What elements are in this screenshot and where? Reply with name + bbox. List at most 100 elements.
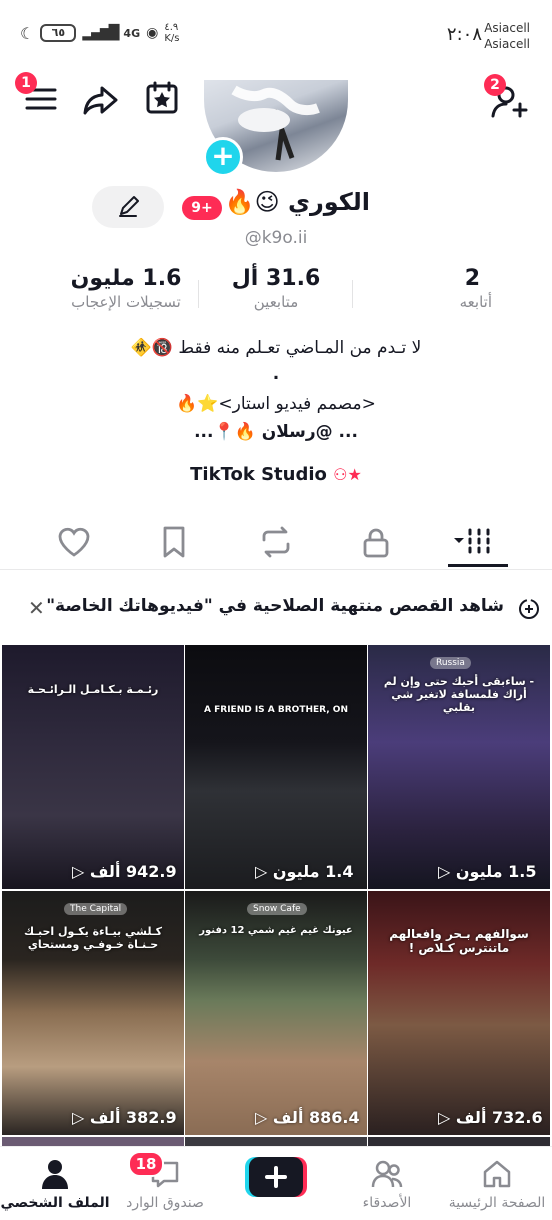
nav-profile[interactable]: الملف الشخصي <box>0 1157 110 1211</box>
banner-text: شاهد القصص منتهية الصلاحية في "فيديوهاتك… <box>46 596 504 616</box>
video-thumbnail[interactable]: The Capital كـلشي بيـاءة يكـول احبـك حـن… <box>2 891 184 1135</box>
view-count: 1.4 مليون ▷ <box>255 862 354 881</box>
view-count: 942.9 ألف ▷ <box>72 862 177 881</box>
story-add-icon <box>519 599 539 619</box>
repost-icon <box>262 526 290 558</box>
video-thumbnail[interactable]: رئـمـة بـكـامـل الـرائـحـة 942.9 ألف ▷ <box>2 645 184 889</box>
stat-divider <box>352 280 353 308</box>
tab-favorites[interactable] <box>156 524 192 560</box>
home-icon <box>483 1160 511 1188</box>
video-overlay-text: رئـمـة بـكـامـل الـرائـحـة <box>27 683 159 696</box>
network-type: 4G <box>123 26 141 40</box>
nav-friends[interactable]: الأصدقاء <box>332 1157 442 1211</box>
following-label: أتابعه <box>459 293 492 311</box>
edit-name-button[interactable] <box>92 186 164 228</box>
grid-icon <box>454 528 490 554</box>
followers-stat[interactable]: 31.6 أل متابعين <box>206 266 346 311</box>
tab-private[interactable] <box>358 524 394 560</box>
followers-label: متابعين <box>253 293 299 311</box>
location-tag: Russia <box>430 657 471 669</box>
share-profile-button[interactable] <box>82 82 120 118</box>
following-count: 2 <box>464 266 480 291</box>
tab-videos[interactable] <box>452 524 496 560</box>
lock-icon <box>363 528 389 558</box>
speed-unit: K/s <box>164 33 180 44</box>
view-count: 1.5 مليون ▷ <box>438 862 537 881</box>
video-overlay-text: A FRIEND IS A BROTHER, ON <box>204 705 348 715</box>
nav-home[interactable]: الصفحة الرئيسية <box>442 1157 552 1211</box>
video-thumbnail[interactable]: Snow Cafe عيونك غيم غيم شمي 12 دفنور 886… <box>185 891 367 1135</box>
view-count: 886.4 ألف ▷ <box>255 1108 360 1127</box>
video-overlay-text: كـلشي بيـاءة يكـول احبـك حـنـاة خـوفـي و… <box>23 925 162 951</box>
video-overlay-text: عيونك غيم غيم شمي 12 دفنور <box>199 925 353 936</box>
status-bar: ☾ ٦٥ ▂▄▆█ 4G ◉ ٤.٩ K/s ٢:٠٨ Asiacell Asi… <box>0 0 552 72</box>
video-thumbnail[interactable]: A FRIEND IS A BROTHER, ON 1.4 مليون ▷ <box>185 645 367 889</box>
share-arrow-icon <box>83 86 118 115</box>
menu-badge: 1 <box>15 72 37 94</box>
heart-icon <box>58 527 90 557</box>
view-count: 732.6 ألف ▷ <box>438 1108 543 1127</box>
video-overlay-text: - ساءبقى أحبك حتى وإن لم أراك فلمسافة لا… <box>383 675 535 714</box>
status-icons-left: ☾ ٦٥ ▂▄▆█ 4G ◉ ٤.٩ K/s <box>20 22 179 44</box>
likes-label: تسجيلات الإعجاب <box>71 293 181 311</box>
friends-icon <box>371 1160 403 1188</box>
stat-divider <box>198 280 199 308</box>
tab-liked[interactable] <box>56 524 92 560</box>
signal-icon: ▂▄▆█ <box>82 25 119 41</box>
moon-icon: ☾ <box>20 23 35 43</box>
speed-indicator: ٤.٩ K/s <box>164 22 179 44</box>
tiktok-studio-link[interactable]: TikTok Studio ⚇★ <box>0 464 552 485</box>
likes-count: 1.6 مليون <box>70 266 182 291</box>
video-overlay-text: سوالفهم بـحر وافعالهم ماتنترس كـلاص ! <box>389 927 529 955</box>
studio-label: TikTok Studio <box>190 464 327 485</box>
bio-line-2: . <box>272 364 280 384</box>
bio-line-3: <مصمم فيديو استار>⭐🔥 <box>176 394 376 414</box>
calendar-star-icon <box>146 81 178 114</box>
nav-profile-label: الملف الشخصي <box>0 1195 110 1211</box>
user-star-icon: ⚇★ <box>333 465 362 484</box>
views-label: 942.9 ألف <box>89 862 177 881</box>
display-name: الكوري 😉🔥 <box>224 188 370 216</box>
speed-value: ٤.٩ <box>164 22 179 33</box>
active-tab-indicator <box>448 564 508 567</box>
battery-indicator: ٦٥ <box>40 24 77 42</box>
nav-inbox-label: صندوق الوارد <box>126 1195 204 1211</box>
bottom-navigation: الصفحة الرئيسية الأصدقاء صندوق الوارد 18… <box>0 1146 552 1220</box>
inbox-badge: 18 <box>128 1151 164 1177</box>
add-story-button[interactable]: + <box>203 137 243 177</box>
nav-home-label: الصفحة الرئيسية <box>448 1195 546 1211</box>
wifi-icon: ◉ <box>146 25 159 41</box>
location-tag: Snow Cafe <box>247 903 307 915</box>
create-button[interactable] <box>245 1157 307 1197</box>
clock: ٢:٠٨ <box>446 24 482 45</box>
level-badge[interactable]: 9+ <box>182 196 222 220</box>
likes-stat[interactable]: 1.6 مليون تسجيلات الإعجاب <box>56 266 196 311</box>
location-tag: The Capital <box>64 903 128 915</box>
content-tabs <box>0 512 552 570</box>
followers-count: 31.6 أل <box>231 266 321 291</box>
favorites-button[interactable] <box>144 80 180 116</box>
pencil-icon <box>119 196 139 217</box>
expired-stories-banner[interactable]: شاهد القصص منتهية الصلاحية في "فيديوهاتك… <box>0 590 552 624</box>
bookmark-icon <box>163 526 185 558</box>
profile-stats: 2 أتابعه 31.6 أل متابعين 1.6 مليون تسجيل… <box>0 266 552 322</box>
carrier-info: Asiacell Asiacell <box>484 20 530 52</box>
carrier-1: Asiacell <box>484 21 530 35</box>
video-thumbnail[interactable]: سوالفهم بـحر وافعالهم ماتنترس كـلاص ! 73… <box>368 891 550 1135</box>
view-count: 382.9 ألف ▷ <box>72 1108 177 1127</box>
views-label: 1.4 مليون <box>272 862 354 881</box>
bio-line-1: لا تـدم من المـاضي تعـلم منه فقط 🔞🚸 <box>130 338 422 358</box>
close-icon[interactable]: ✕ <box>28 596 45 620</box>
tab-reposts[interactable] <box>258 524 294 560</box>
video-thumbnail[interactable]: Russia - ساءبقى أحبك حتى وإن لم أراك فلم… <box>368 645 550 889</box>
profile-icon <box>42 1160 68 1189</box>
views-label: 382.9 ألف <box>89 1108 177 1127</box>
name-row: الكوري 😉🔥 9+ <box>0 188 552 228</box>
bio-line-4: ... @رسلان 🔥📍... <box>194 422 358 442</box>
username: @k9o.ii <box>244 228 308 248</box>
following-stat[interactable]: 2 أتابعه <box>382 266 492 311</box>
carrier-2: Asiacell <box>484 37 530 51</box>
views-label: 732.6 ألف <box>455 1108 543 1127</box>
add-friends-badge: 2 <box>484 74 506 96</box>
nav-inbox[interactable]: صندوق الوارد <box>110 1157 220 1211</box>
